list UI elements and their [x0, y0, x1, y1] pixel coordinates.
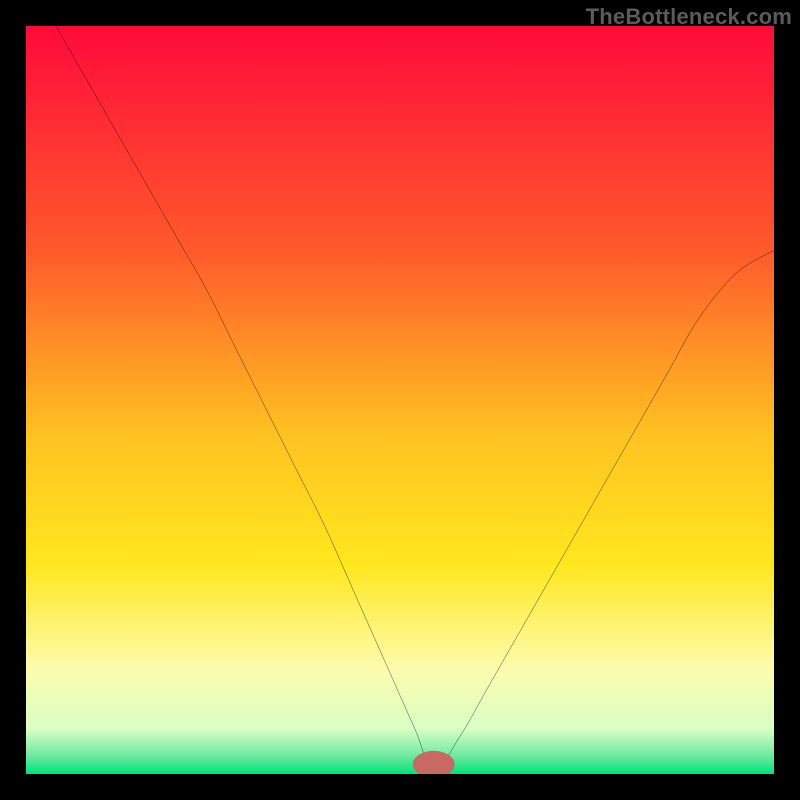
bottleneck-chart: [26, 26, 774, 774]
gradient-background: [26, 26, 774, 774]
chart-frame: TheBottleneck.com: [0, 0, 800, 800]
watermark-text: TheBottleneck.com: [586, 4, 792, 30]
